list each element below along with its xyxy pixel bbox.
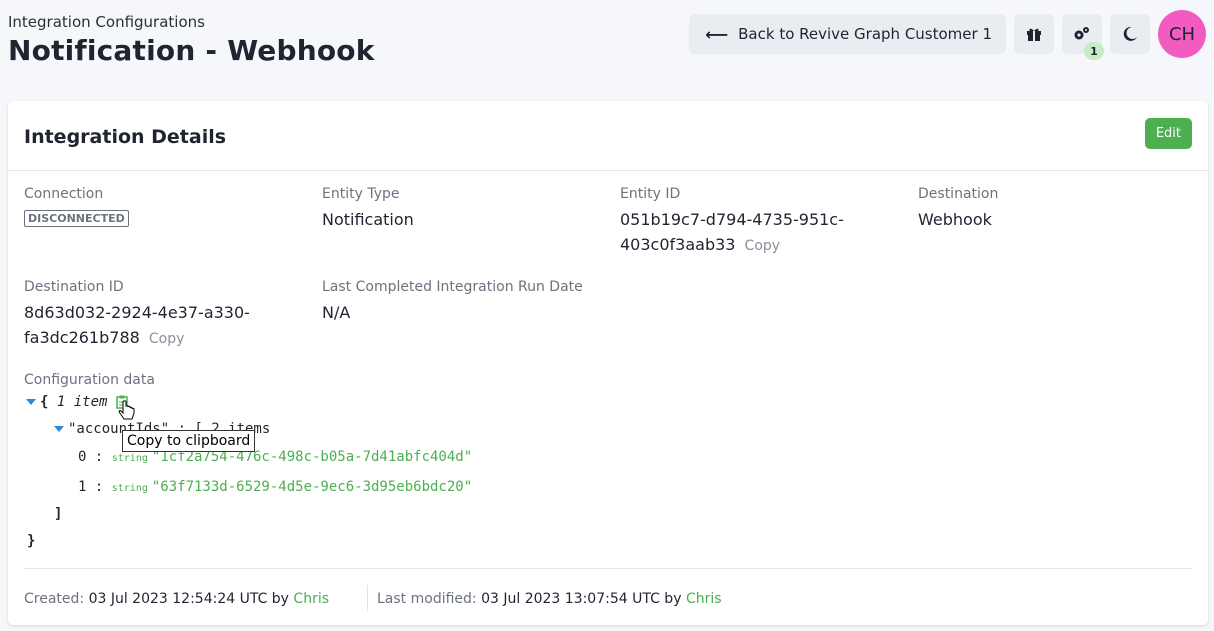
entity-type-value: Notification <box>322 210 414 229</box>
destination-label: Destination <box>918 186 999 202</box>
json-item-row: 1 : string "63f7133d-6529-4d5e-9ec6-3d95e… <box>78 479 472 495</box>
json-root-close: } <box>27 533 36 549</box>
theme-toggle-button[interactable] <box>1110 14 1150 54</box>
breadcrumb: Integration Configurations <box>8 13 205 31</box>
destination-id-value-line2: fa3dc261b788 <box>24 328 140 347</box>
gears-icon <box>1074 27 1089 40</box>
destination-field: Destination Webhook <box>918 186 998 232</box>
json-root-line: { 1 item <box>26 394 128 410</box>
json-item-type: string <box>111 453 148 464</box>
copy-entity-id-button[interactable]: Copy <box>745 238 781 254</box>
avatar[interactable]: CH <box>1158 10 1206 58</box>
card-title: Integration Details <box>24 126 227 148</box>
gift-icon <box>1027 28 1041 41</box>
created-info: Created: 03 Jul 2023 12:54:24 UTC by Chr… <box>24 591 329 607</box>
destination-id-label: Destination ID <box>24 279 124 295</box>
destination-id-value-line1: 8d63d032-2924-4e37-a330- <box>24 303 250 322</box>
last-run-value: N/A <box>322 303 351 322</box>
back-button-label: Back to Revive Graph Customer 1 <box>738 25 992 43</box>
collapse-array-icon[interactable] <box>54 426 64 432</box>
entity-id-value-line2: 403c0f3aab33 <box>620 235 736 254</box>
integration-details-card: Integration Details Edit Connection DISC… <box>8 101 1208 625</box>
created-by-user-link[interactable]: Chris <box>293 591 329 607</box>
footer-divider <box>367 585 368 611</box>
entity-id-label: Entity ID <box>620 186 681 202</box>
entity-id-value-line1: 051b19c7-d794-4735-951c- <box>620 210 844 229</box>
status-badge: DISCONNECTED <box>24 210 129 227</box>
config-data-field: Configuration data <box>24 372 155 393</box>
last-run-field: Last Completed Integration Run Date N/A <box>322 279 583 325</box>
gift-button[interactable] <box>1014 14 1054 54</box>
modified-by-user-link[interactable]: Chris <box>686 591 722 607</box>
json-item-value: "63f7133d-6529-4d5e-9ec6-3d95eb6bdc20" <box>151 479 473 495</box>
entity-type-label: Entity Type <box>322 186 400 202</box>
connection-label: Connection <box>24 186 104 202</box>
arrow-left-icon: ⟵ <box>705 24 729 44</box>
modified-value: 03 Jul 2023 13:07:54 UTC by <box>481 591 682 607</box>
json-item-type: string <box>111 483 148 494</box>
last-run-label: Last Completed Integration Run Date <box>322 279 583 295</box>
json-item-index: 0 : <box>78 449 104 465</box>
card-footer: Created: 03 Jul 2023 12:54:24 UTC by Chr… <box>24 568 1192 624</box>
settings-button[interactable]: 1 <box>1062 14 1104 60</box>
entity-type-field: Entity Type Notification <box>322 186 414 232</box>
page-title: Notification - Webhook <box>8 34 375 67</box>
entity-id-field: Entity ID 051b19c7-d794-4735-951c- 403c0… <box>620 186 844 259</box>
copy-tooltip: Copy to clipboard <box>122 430 256 452</box>
back-button[interactable]: ⟵ Back to Revive Graph Customer 1 <box>689 14 1006 54</box>
modified-label: Last modified: <box>377 591 477 607</box>
card-header: Integration Details Edit <box>8 101 1208 171</box>
created-value: 03 Jul 2023 12:54:24 UTC by <box>88 591 289 607</box>
top-toolbar: ⟵ Back to Revive Graph Customer 1 1 CH <box>689 10 1206 60</box>
destination-id-field: Destination ID 8d63d032-2924-4e37-a330- … <box>24 279 250 352</box>
edit-button[interactable]: Edit <box>1144 118 1192 149</box>
json-array-close: ] <box>54 506 63 522</box>
copy-destination-id-button[interactable]: Copy <box>149 331 185 347</box>
created-label: Created: <box>24 591 85 607</box>
settings-count-badge: 1 <box>1084 42 1104 60</box>
modified-info: Last modified: 03 Jul 2023 13:07:54 UTC … <box>377 591 722 607</box>
moon-icon <box>1123 26 1137 41</box>
config-data-label: Configuration data <box>24 372 155 388</box>
collapse-root-icon[interactable] <box>26 399 36 405</box>
json-root-open: { <box>40 394 49 410</box>
hand-cursor-icon <box>118 400 135 420</box>
json-item-index: 1 : <box>78 479 104 495</box>
json-root-meta: 1 item <box>56 394 108 410</box>
destination-value: Webhook <box>918 210 992 229</box>
connection-field: Connection DISCONNECTED <box>24 186 129 227</box>
